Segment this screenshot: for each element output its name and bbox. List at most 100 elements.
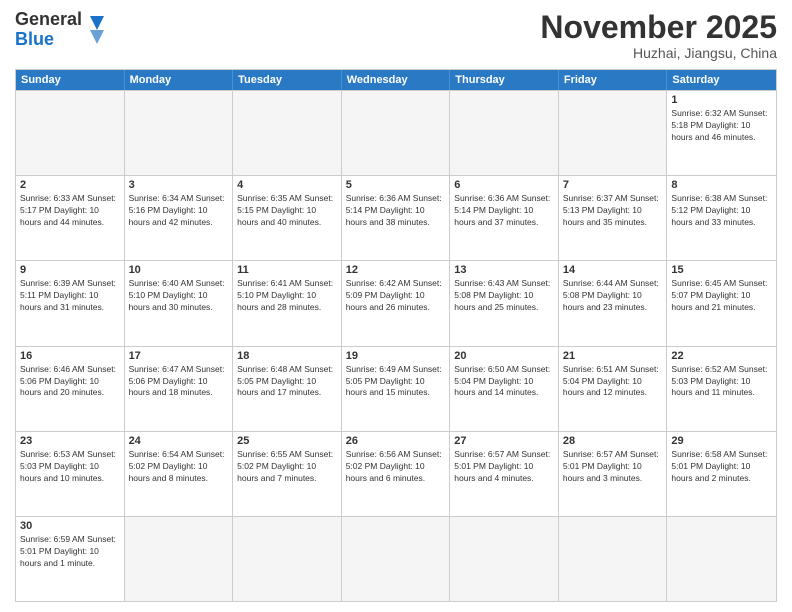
- day-number: 23: [20, 435, 120, 447]
- calendar-week-3: 9Sunrise: 6:39 AM Sunset: 5:11 PM Daylig…: [16, 260, 776, 345]
- day-number: 4: [237, 179, 337, 191]
- calendar-cell: [450, 91, 559, 175]
- location-subtitle: Huzhai, Jiangsu, China: [540, 45, 777, 61]
- calendar-cell: 23 Sunrise: 6:53 AM Sunset: 5:03 PM Dayli…: [16, 432, 125, 516]
- day-info: Sunrise: 6:33 AM Sunset: 5:17 PM Dayligh…: [20, 193, 120, 229]
- calendar-cell: 20 Sunrise: 6:50 AM Sunset: 5:04 PM Dayli…: [450, 347, 559, 431]
- day-info: Sunrise: 6:38 AM Sunset: 5:12 PM Dayligh…: [671, 193, 772, 229]
- calendar-cell: 22 Sunrise: 6:52 AM Sunset: 5:03 PM Dayli…: [667, 347, 776, 431]
- day-number: 3: [129, 179, 229, 191]
- day-number: 13: [454, 264, 554, 276]
- day-info: Sunrise: 6:46 AM Sunset: 5:06 PM Dayligh…: [20, 364, 120, 400]
- day-info: Sunrise: 6:53 AM Sunset: 5:03 PM Dayligh…: [20, 449, 120, 485]
- day-info: Sunrise: 6:37 AM Sunset: 5:13 PM Dayligh…: [563, 193, 663, 229]
- weekday-header-monday: Monday: [125, 70, 234, 90]
- day-info: Sunrise: 6:40 AM Sunset: 5:10 PM Dayligh…: [129, 278, 229, 314]
- calendar-cell: 16 Sunrise: 6:46 AM Sunset: 5:06 PM Dayli…: [16, 347, 125, 431]
- calendar-cell: 14Sunrise: 6:44 AM Sunset: 5:08 PM Dayli…: [559, 261, 668, 345]
- day-number: 6: [454, 179, 554, 191]
- day-info: Sunrise: 6:50 AM Sunset: 5:04 PM Dayligh…: [454, 364, 554, 400]
- calendar-cell: 17Sunrise: 6:47 AM Sunset: 5:06 PM Dayli…: [125, 347, 234, 431]
- day-number: 24: [129, 435, 229, 447]
- calendar-cell: 8 Sunrise: 6:38 AM Sunset: 5:12 PM Daylig…: [667, 176, 776, 260]
- day-number: 25: [237, 435, 337, 447]
- calendar-cell: 4Sunrise: 6:35 AM Sunset: 5:15 PM Daylig…: [233, 176, 342, 260]
- calendar-cell: 1Sunrise: 6:32 AM Sunset: 5:18 PM Daylig…: [667, 91, 776, 175]
- calendar-cell: 18 Sunrise: 6:48 AM Sunset: 5:05 PM Dayli…: [233, 347, 342, 431]
- day-info: Sunrise: 6:48 AM Sunset: 5:05 PM Dayligh…: [237, 364, 337, 400]
- day-number: 11: [237, 264, 337, 276]
- day-info: Sunrise: 6:42 AM Sunset: 5:09 PM Dayligh…: [346, 278, 446, 314]
- weekday-header-thursday: Thursday: [450, 70, 559, 90]
- day-info: Sunrise: 6:36 AM Sunset: 5:14 PM Dayligh…: [346, 193, 446, 229]
- calendar-week-1: 1Sunrise: 6:32 AM Sunset: 5:18 PM Daylig…: [16, 90, 776, 175]
- calendar-week-2: 2 Sunrise: 6:33 AM Sunset: 5:17 PM Daylig…: [16, 175, 776, 260]
- calendar-cell: 28 Sunrise: 6:57 AM Sunset: 5:01 PM Dayli…: [559, 432, 668, 516]
- day-number: 19: [346, 350, 446, 362]
- calendar-cell: 12 Sunrise: 6:42 AM Sunset: 5:09 PM Dayli…: [342, 261, 451, 345]
- day-number: 2: [20, 179, 120, 191]
- calendar-cell: [233, 91, 342, 175]
- calendar-cell: 26 Sunrise: 6:56 AM Sunset: 5:02 PM Dayli…: [342, 432, 451, 516]
- calendar-cell: [342, 517, 451, 601]
- calendar-cell: [125, 91, 234, 175]
- calendar-cell: 10 Sunrise: 6:40 AM Sunset: 5:10 PM Dayli…: [125, 261, 234, 345]
- day-info: Sunrise: 6:36 AM Sunset: 5:14 PM Dayligh…: [454, 193, 554, 229]
- calendar-cell: 15Sunrise: 6:45 AM Sunset: 5:07 PM Dayli…: [667, 261, 776, 345]
- day-info: Sunrise: 6:58 AM Sunset: 5:01 PM Dayligh…: [671, 449, 772, 485]
- day-number: 22: [671, 350, 772, 362]
- day-info: Sunrise: 6:49 AM Sunset: 5:05 PM Dayligh…: [346, 364, 446, 400]
- calendar-cell: 3Sunrise: 6:34 AM Sunset: 5:16 PM Daylig…: [125, 176, 234, 260]
- calendar-cell: [559, 91, 668, 175]
- calendar-cell: 5 Sunrise: 6:36 AM Sunset: 5:14 PM Daylig…: [342, 176, 451, 260]
- day-info: Sunrise: 6:43 AM Sunset: 5:08 PM Dayligh…: [454, 278, 554, 314]
- day-number: 9: [20, 264, 120, 276]
- header: General Blue November 2025 Huzhai, Jiang…: [15, 10, 777, 61]
- calendar-cell: 29 Sunrise: 6:58 AM Sunset: 5:01 PM Dayli…: [667, 432, 776, 516]
- day-number: 10: [129, 264, 229, 276]
- calendar-cell: [16, 91, 125, 175]
- calendar-cell: 9Sunrise: 6:39 AM Sunset: 5:11 PM Daylig…: [16, 261, 125, 345]
- calendar-cell: [450, 517, 559, 601]
- weekday-header-sunday: Sunday: [16, 70, 125, 90]
- day-info: Sunrise: 6:59 AM Sunset: 5:01 PM Dayligh…: [20, 534, 120, 570]
- title-area: November 2025 Huzhai, Jiangsu, China: [540, 10, 777, 61]
- day-number: 21: [563, 350, 663, 362]
- day-number: 12: [346, 264, 446, 276]
- calendar-cell: 25Sunrise: 6:55 AM Sunset: 5:02 PM Dayli…: [233, 432, 342, 516]
- day-number: 18: [237, 350, 337, 362]
- calendar-cell: 19 Sunrise: 6:49 AM Sunset: 5:05 PM Dayli…: [342, 347, 451, 431]
- calendar-cell: 2 Sunrise: 6:33 AM Sunset: 5:17 PM Daylig…: [16, 176, 125, 260]
- day-number: 27: [454, 435, 554, 447]
- calendar-cell: [559, 517, 668, 601]
- page: General Blue November 2025 Huzhai, Jiang…: [0, 0, 792, 612]
- day-info: Sunrise: 6:57 AM Sunset: 5:01 PM Dayligh…: [563, 449, 663, 485]
- day-number: 16: [20, 350, 120, 362]
- weekday-header-friday: Friday: [559, 70, 668, 90]
- calendar-cell: 21 Sunrise: 6:51 AM Sunset: 5:04 PM Dayli…: [559, 347, 668, 431]
- day-number: 8: [671, 179, 772, 191]
- day-info: Sunrise: 6:51 AM Sunset: 5:04 PM Dayligh…: [563, 364, 663, 400]
- day-number: 29: [671, 435, 772, 447]
- day-number: 17: [129, 350, 229, 362]
- logo: General Blue: [15, 10, 106, 50]
- logo-area: General Blue: [15, 10, 106, 50]
- calendar-cell: 24Sunrise: 6:54 AM Sunset: 5:02 PM Dayli…: [125, 432, 234, 516]
- day-number: 7: [563, 179, 663, 191]
- calendar-header: SundayMondayTuesdayWednesdayThursdayFrid…: [16, 70, 776, 90]
- day-number: 20: [454, 350, 554, 362]
- calendar-cell: 7 Sunrise: 6:37 AM Sunset: 5:13 PM Daylig…: [559, 176, 668, 260]
- day-number: 5: [346, 179, 446, 191]
- day-number: 15: [671, 264, 772, 276]
- calendar-week-5: 23 Sunrise: 6:53 AM Sunset: 5:03 PM Dayli…: [16, 431, 776, 516]
- weekday-header-saturday: Saturday: [667, 70, 776, 90]
- calendar-week-6: 30Sunrise: 6:59 AM Sunset: 5:01 PM Dayli…: [16, 516, 776, 601]
- day-info: Sunrise: 6:56 AM Sunset: 5:02 PM Dayligh…: [346, 449, 446, 485]
- day-number: 26: [346, 435, 446, 447]
- calendar-body: 1Sunrise: 6:32 AM Sunset: 5:18 PM Daylig…: [16, 90, 776, 601]
- weekday-header-tuesday: Tuesday: [233, 70, 342, 90]
- calendar: SundayMondayTuesdayWednesdayThursdayFrid…: [15, 69, 777, 602]
- month-title: November 2025: [540, 10, 777, 45]
- day-number: 28: [563, 435, 663, 447]
- day-info: Sunrise: 6:52 AM Sunset: 5:03 PM Dayligh…: [671, 364, 772, 400]
